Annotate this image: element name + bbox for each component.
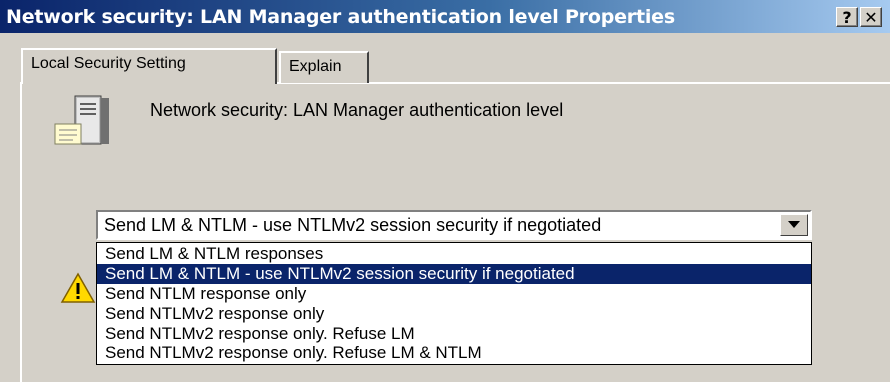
dropdown-option[interactable]: Send NTLMv2 response only. Refuse LM & N…	[97, 343, 811, 363]
dropdown-option-highlighted[interactable]: Send LM & NTLM - use NTLMv2 session secu…	[97, 264, 811, 284]
title-bar[interactable]: Network security: LAN Manager authentica…	[0, 0, 890, 33]
dropdown-button[interactable]	[780, 214, 808, 236]
tab-explain[interactable]: Explain	[279, 51, 369, 83]
tab-local-security-setting[interactable]: Local Security Setting	[21, 48, 277, 84]
policy-name: Network security: LAN Manager authentica…	[150, 100, 564, 120]
dropdown-option[interactable]: Send LM & NTLM responses	[97, 244, 811, 264]
dropdown-option[interactable]: Send NTLMv2 response only	[97, 304, 811, 324]
selected-value: Send LM & NTLM - use NTLMv2 session secu…	[104, 215, 602, 235]
help-button[interactable]: ?	[836, 7, 858, 27]
server-icon	[53, 94, 123, 150]
chevron-down-icon	[788, 221, 800, 228]
warning-icon	[60, 272, 96, 309]
dropdown-option[interactable]: Send NTLM response only	[97, 284, 811, 304]
close-button[interactable]: ✕	[860, 7, 882, 27]
window-title: Network security: LAN Manager authentica…	[6, 6, 675, 28]
authentication-level-select[interactable]: Send LM & NTLM - use NTLMv2 session secu…	[96, 210, 812, 240]
dropdown-list[interactable]: Send LM & NTLM responses Send LM & NTLM …	[96, 242, 812, 365]
dropdown-option[interactable]: Send NTLMv2 response only. Refuse LM	[97, 324, 811, 344]
